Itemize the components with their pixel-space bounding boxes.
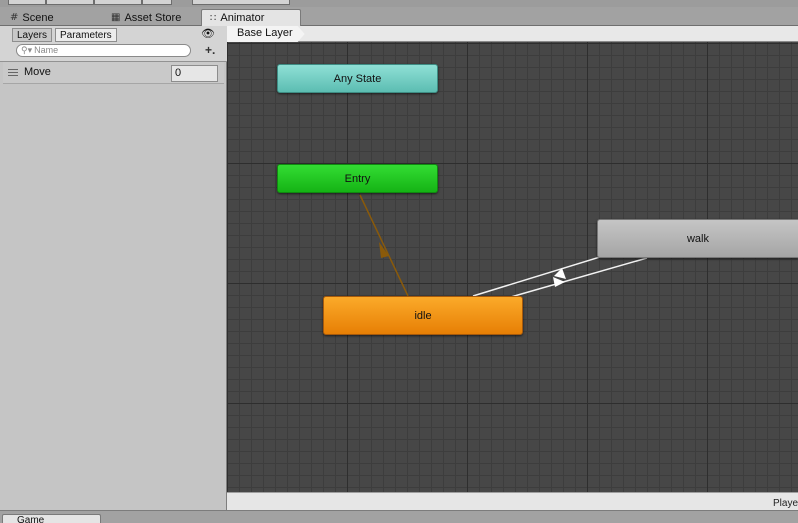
parameter-value-field[interactable]: 0 — [171, 65, 218, 82]
tab-asset-store[interactable]: ▦ Asset Store — [111, 9, 181, 26]
panel-header: Layers Parameters 👁 ⚲▾ Name +. — [0, 26, 227, 62]
animator-icon: ∷ — [210, 12, 217, 24]
parameter-name: Move — [24, 66, 51, 78]
eye-icon[interactable]: 👁 — [201, 27, 215, 40]
add-parameter-button[interactable]: +. — [205, 43, 215, 57]
search-placeholder: Name — [34, 45, 59, 55]
toolbar-button[interactable] — [142, 0, 172, 5]
tab-scene[interactable]: # Scene — [10, 9, 54, 26]
status-bar: Playe — [227, 492, 798, 510]
toolbar-button[interactable] — [192, 0, 290, 5]
tab-parameters[interactable]: Parameters — [55, 28, 117, 42]
toolbar-button[interactable] — [94, 0, 142, 5]
state-entry[interactable]: Entry — [277, 164, 438, 193]
bottom-tab-strip: Game — [0, 510, 798, 523]
state-idle[interactable]: idle — [323, 296, 523, 335]
grid-icon: # — [10, 12, 19, 23]
tab-strip: # Scene ▦ Asset Store ∷ Animator — [0, 7, 798, 26]
tab-label: Asset Store — [124, 11, 182, 24]
tab-label: Scene — [22, 11, 54, 24]
toolbar — [0, 0, 798, 7]
state-walk[interactable]: walk — [597, 219, 798, 258]
tab-game[interactable]: Game — [2, 514, 101, 523]
tab-layers[interactable]: Layers — [12, 28, 53, 42]
store-icon: ▦ — [111, 12, 121, 23]
parameters-panel: Layers Parameters 👁 ⚲▾ Name +. Move 0 — [0, 26, 227, 510]
toolbar-button[interactable] — [46, 0, 94, 5]
state-any-state[interactable]: Any State — [277, 64, 438, 93]
breadcrumb: Base Layer — [227, 26, 798, 42]
tab-label: Animator — [220, 12, 265, 24]
status-text: Playe — [772, 498, 798, 509]
state-machine-graph[interactable] — [227, 42, 798, 492]
search-icon: ⚲▾ — [21, 45, 33, 55]
toolbar-button[interactable] — [8, 0, 46, 5]
drag-handle-icon[interactable] — [8, 69, 18, 76]
breadcrumb-base-layer[interactable]: Base Layer — [227, 26, 305, 42]
parameter-row[interactable]: Move 0 — [3, 62, 224, 84]
tab-animator[interactable]: ∷ Animator — [201, 9, 301, 26]
search-input[interactable]: ⚲▾ Name — [16, 44, 191, 57]
